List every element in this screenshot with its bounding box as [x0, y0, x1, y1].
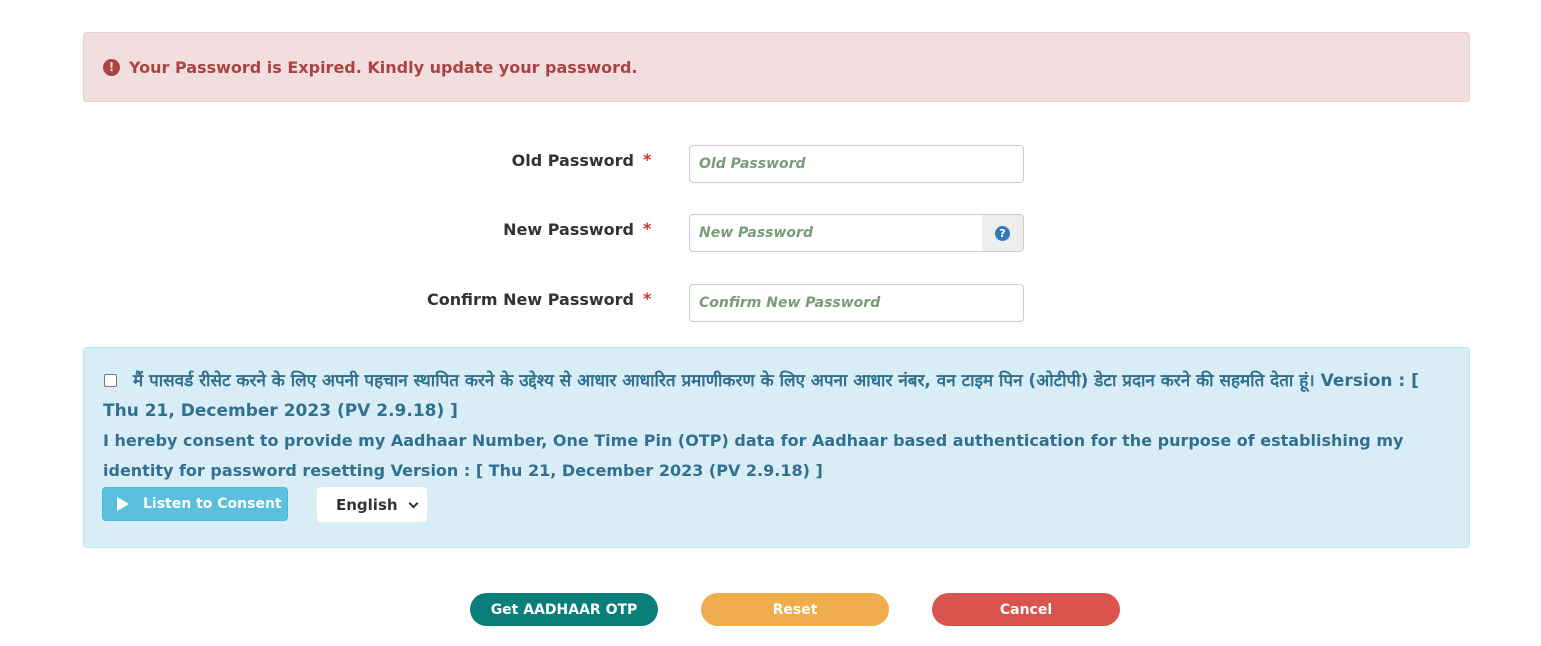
listen-to-consent-button[interactable]: Listen to Consent: [102, 487, 288, 521]
consent-text-english: I hereby consent to provide my Aadhaar N…: [103, 431, 1404, 480]
exclamation-circle-icon: !: [103, 58, 120, 76]
question-circle-icon: ?: [995, 225, 1010, 241]
old-password-label: Old Password: [511, 151, 634, 170]
play-icon: [117, 497, 129, 511]
required-mark: *: [643, 289, 652, 308]
confirm-password-label: Confirm New Password: [427, 290, 634, 309]
listen-label: Listen to Consent: [143, 496, 282, 512]
required-mark: *: [643, 219, 652, 238]
required-mark: *: [643, 150, 652, 169]
consent-text-hindi: मैं पासवर्ड रीसेट करने के लिए अपनी पहचान…: [103, 371, 1419, 421]
old-password-input[interactable]: [689, 145, 1024, 183]
language-select[interactable]: English: [317, 487, 427, 522]
old-password-row: Old Password *: [0, 145, 1541, 183]
new-password-label: New Password: [503, 220, 634, 239]
cancel-button[interactable]: Cancel: [932, 593, 1120, 626]
password-help-button[interactable]: ?: [982, 214, 1024, 252]
chevron-down-icon: [408, 498, 419, 509]
language-selected: English: [336, 495, 398, 514]
consent-panel: मैं पासवर्ड रीसेट करने के लिए अपनी पहचान…: [83, 347, 1470, 548]
reset-button[interactable]: Reset: [701, 593, 889, 626]
consent-text: मैं पासवर्ड रीसेट करने के लिए अपनी पहचान…: [103, 366, 1453, 486]
confirm-password-row: Confirm New Password *: [0, 284, 1541, 322]
get-aadhaar-otp-button[interactable]: Get AADHAAR OTP: [470, 593, 658, 626]
alert-message: Your Password is Expired. Kindly update …: [129, 57, 638, 77]
new-password-row: New Password * ?: [0, 214, 1541, 252]
new-password-input[interactable]: [689, 214, 983, 252]
password-expired-alert: ! Your Password is Expired. Kindly updat…: [83, 32, 1470, 102]
confirm-password-input[interactable]: [689, 284, 1024, 322]
